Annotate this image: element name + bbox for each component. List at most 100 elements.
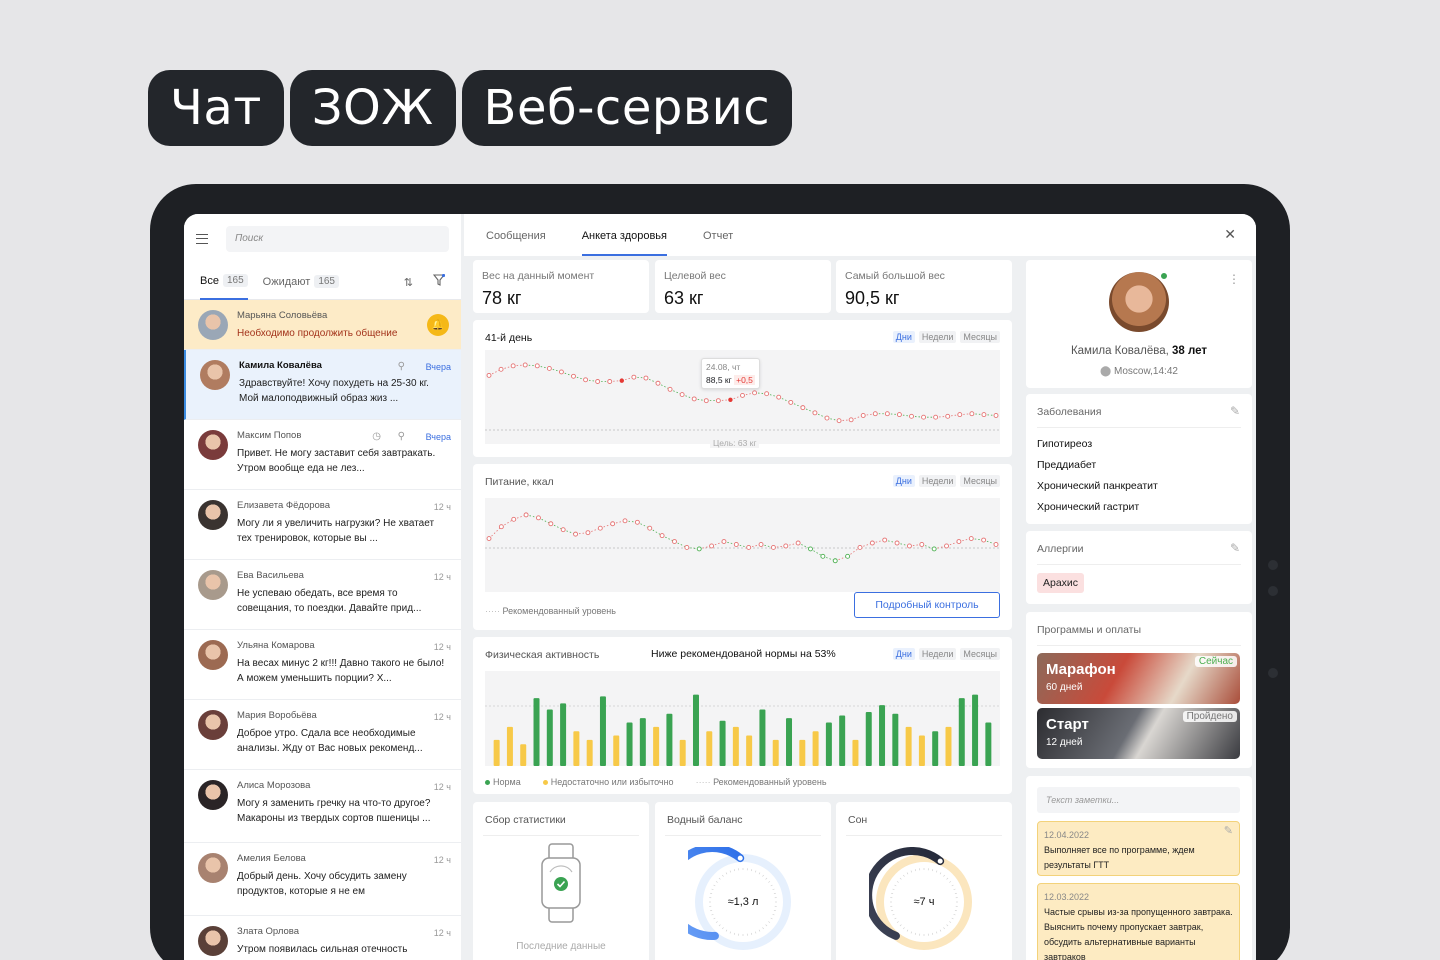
program-marathon[interactable]: Марафон 60 дней Сейчас [1037, 653, 1240, 704]
search-input[interactable]: Поиск [226, 226, 449, 252]
activity-bar[interactable] [972, 694, 979, 766]
program-start[interactable]: Старт 12 дней Пройдено [1037, 708, 1240, 759]
data-point[interactable] [993, 542, 999, 547]
activity-bar[interactable] [719, 720, 726, 766]
activity-bar[interactable] [879, 705, 886, 766]
period-weeks[interactable]: Недели [918, 648, 957, 660]
data-point[interactable] [607, 379, 613, 384]
activity-bar[interactable] [945, 726, 952, 766]
activity-bar[interactable] [799, 739, 806, 766]
data-point[interactable] [610, 521, 616, 527]
data-point[interactable] [498, 524, 504, 530]
data-point[interactable] [848, 417, 854, 423]
data-point[interactable] [933, 414, 939, 420]
activity-bar[interactable] [546, 709, 553, 766]
chat-list-item[interactable]: Амелия Белова Добрый день. Хочу обсудить … [184, 843, 461, 916]
data-point[interactable] [884, 411, 890, 417]
data-point[interactable] [709, 543, 715, 549]
chat-list-item[interactable]: Ева Васильева Не успеваю обедать, все вре… [184, 560, 461, 630]
data-point[interactable] [679, 392, 685, 398]
data-point[interactable] [770, 544, 776, 550]
data-point[interactable] [486, 372, 492, 378]
activity-bar[interactable] [905, 726, 912, 766]
activity-bar[interactable] [613, 735, 620, 766]
detailed-control-button[interactable]: Подробный контроль [854, 592, 1000, 618]
data-point[interactable] [691, 396, 697, 402]
activity-bar[interactable] [746, 735, 753, 766]
period-days[interactable]: Дни [892, 475, 915, 487]
data-point[interactable] [534, 363, 540, 369]
tab-health-form[interactable]: Анкета здоровья [581, 214, 667, 256]
bell-icon[interactable]: 🔔 [427, 314, 449, 336]
sort-icon[interactable]: ⇅ [404, 276, 413, 289]
activity-bar[interactable] [560, 703, 567, 766]
data-point[interactable] [631, 374, 637, 380]
chat-list-item[interactable]: Мария Воробьёва Доброе утро. Сдала все не… [184, 700, 461, 770]
data-point[interactable] [788, 399, 794, 405]
chat-list-item[interactable]: Камила Ковалёва Здравствуйте! Хочу похуде… [184, 350, 461, 420]
data-point[interactable] [776, 394, 782, 400]
data-point[interactable] [783, 543, 789, 549]
data-point[interactable] [583, 377, 589, 383]
data-point[interactable] [956, 539, 962, 544]
data-point[interactable] [536, 515, 541, 521]
data-point[interactable] [643, 375, 649, 381]
data-point[interactable] [944, 543, 949, 549]
data-point[interactable] [993, 413, 999, 418]
data-point[interactable] [758, 542, 764, 547]
data-point[interactable] [921, 414, 927, 420]
chat-list-item[interactable]: Елизавета Фёдорова Могу ли я увеличить на… [184, 490, 461, 560]
data-point[interactable] [597, 525, 603, 531]
activity-bar[interactable] [599, 696, 606, 766]
data-point[interactable] [812, 410, 818, 416]
activity-bar[interactable] [666, 713, 673, 766]
data-point[interactable] [558, 369, 564, 375]
data-point[interactable] [909, 413, 914, 419]
data-point[interactable] [808, 546, 813, 552]
data-point[interactable] [560, 527, 566, 533]
data-point[interactable] [752, 390, 758, 396]
pin-icon[interactable]: ⚲ [398, 361, 405, 372]
pin-icon[interactable]: ⚲ [398, 431, 405, 442]
activity-bar[interactable] [985, 722, 992, 767]
data-point[interactable] [511, 516, 517, 522]
period-days[interactable]: Дни [892, 331, 915, 343]
menu-icon[interactable] [196, 234, 208, 244]
chat-list-item[interactable]: Злата Орлова Утром появилась сильная отеч… [184, 916, 461, 960]
data-point[interactable] [882, 537, 888, 543]
data-point[interactable] [740, 392, 745, 398]
tab-report[interactable]: Отчет [703, 214, 733, 256]
data-point[interactable] [595, 379, 601, 384]
activity-bar[interactable] [892, 713, 899, 766]
data-point[interactable] [548, 521, 554, 527]
activity-bar[interactable] [825, 722, 832, 767]
activity-bar[interactable] [772, 739, 779, 766]
tab-all[interactable]: Все 165 [200, 264, 248, 300]
activity-bar[interactable] [692, 694, 699, 766]
data-point[interactable] [585, 530, 591, 536]
period-weeks[interactable]: Недели [918, 331, 957, 343]
data-point[interactable] [931, 546, 937, 552]
activity-bar[interactable] [653, 726, 660, 766]
activity-bar[interactable] [506, 726, 513, 766]
activity-bar[interactable] [533, 698, 540, 766]
data-point[interactable] [573, 531, 579, 537]
data-point[interactable] [715, 398, 721, 404]
edit-icon[interactable]: ✎ [1230, 541, 1240, 555]
data-point[interactable] [968, 536, 974, 542]
data-point[interactable] [746, 544, 752, 550]
data-point[interactable] [510, 363, 516, 369]
data-point[interactable] [896, 412, 902, 418]
period-months[interactable]: Месяцы [960, 475, 1000, 487]
activity-bar[interactable] [759, 709, 766, 766]
data-point[interactable] [764, 391, 770, 397]
filter-icon[interactable] [433, 274, 445, 286]
activity-bar[interactable] [706, 731, 713, 766]
chat-list-item[interactable]: Ульяна Комарова На весах минус 2 кг!!! Да… [184, 630, 461, 700]
chat-list-item[interactable]: Марьяна Соловьёва Необходимо продолжить о… [184, 300, 461, 350]
data-point[interactable] [981, 537, 987, 543]
activity-bar[interactable] [852, 739, 859, 766]
activity-bar[interactable] [573, 731, 580, 766]
data-point[interactable] [845, 553, 851, 559]
data-point[interactable] [667, 386, 673, 392]
